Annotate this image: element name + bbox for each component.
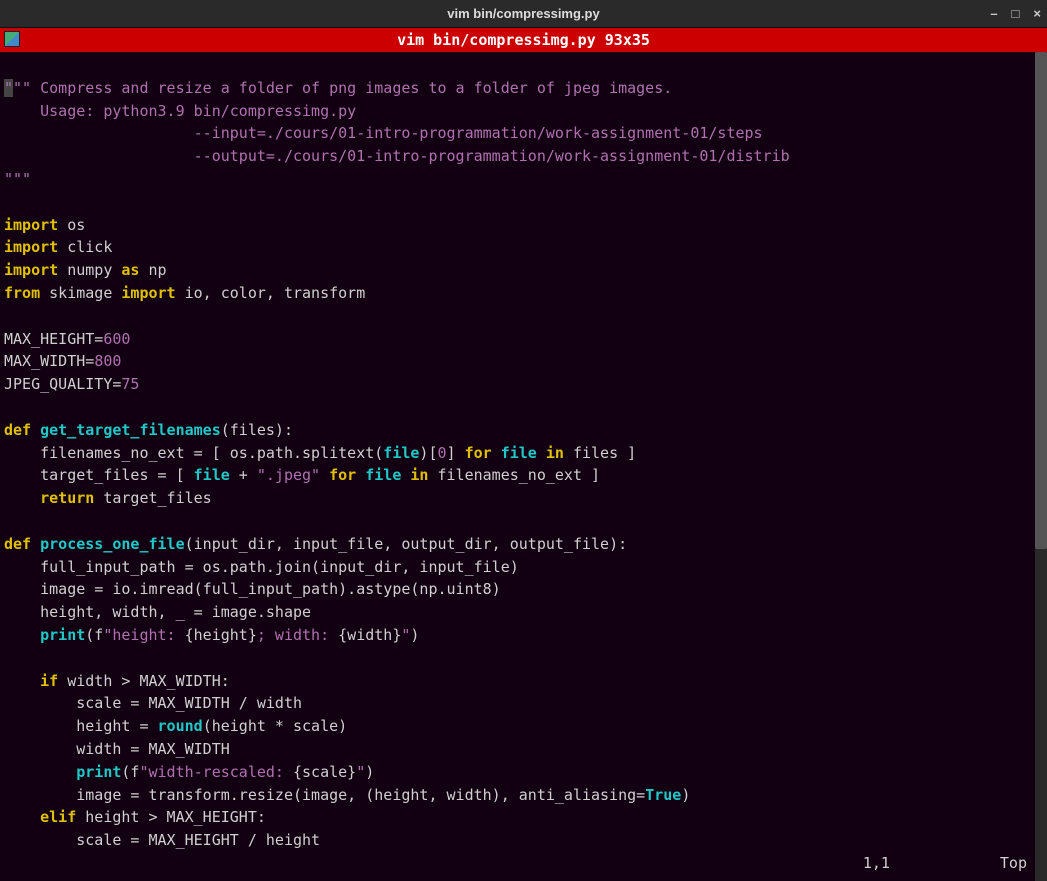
code-token: for (465, 444, 501, 462)
code-token: file (365, 466, 410, 484)
code-token: skimage (40, 284, 121, 302)
code-line: scale = MAX_HEIGHT / height (4, 831, 320, 849)
code-token: def (4, 421, 40, 439)
code-token: height > MAX_HEIGHT: (76, 808, 266, 826)
tab-label: vim bin/compressimg.py 93x35 (397, 29, 650, 52)
code-token: target_files (94, 489, 211, 507)
code-token: in (410, 466, 428, 484)
code-token (320, 466, 329, 484)
code-token: elif (40, 808, 76, 826)
code-token (4, 763, 76, 781)
code-line: """ (4, 170, 31, 188)
code-token: filenames_no_ext = [ os.path.splitext( (4, 444, 383, 462)
code-token: from (4, 284, 40, 302)
code-token: import (121, 284, 175, 302)
maximize-button[interactable]: □ (1012, 4, 1020, 24)
scrollbar[interactable] (1035, 52, 1047, 881)
code-token: "width-rescaled: (139, 763, 293, 781)
code-line: "" Compress and resize a folder of png i… (13, 79, 672, 97)
code-token: in (546, 444, 564, 462)
code-token: + (230, 466, 257, 484)
code-line: --input=./cours/01-intro-programmation/w… (4, 124, 763, 142)
cursor-position: 1,1 (863, 852, 890, 875)
code-line: scale = MAX_WIDTH / width (4, 694, 302, 712)
code-token: (height * scale) (203, 717, 348, 735)
code-token: for (329, 466, 365, 484)
code-token: target_files = [ (4, 466, 194, 484)
code-token: {height} (185, 626, 257, 644)
code-token (4, 672, 40, 690)
code-token: import (4, 261, 58, 279)
code-token: print (40, 626, 85, 644)
code-token: {width} (338, 626, 401, 644)
code-token: ] (447, 444, 465, 462)
code-token: image = transform.resize(image, (height,… (4, 786, 645, 804)
code-token: return (40, 489, 94, 507)
code-token: ; width: (257, 626, 338, 644)
window-title: vim bin/compressimg.py (447, 4, 599, 24)
code-token: (input_dir, input_file, output_dir, outp… (185, 535, 628, 553)
code-token: " (356, 763, 365, 781)
code-token: JPEG_QUALITY= (4, 375, 121, 393)
code-token (4, 626, 40, 644)
cursor: " (4, 79, 13, 97)
editor-viewport[interactable]: """ Compress and resize a folder of png … (0, 52, 1047, 881)
code-token: filenames_no_ext ] (428, 466, 600, 484)
code-token: (f (85, 626, 103, 644)
code-token: ) (681, 786, 690, 804)
window-controls: – □ × (990, 4, 1041, 24)
code-token: get_target_filenames (40, 421, 221, 439)
code-token: io, color, transform (176, 284, 366, 302)
app-icon (4, 31, 20, 47)
code-token: numpy (58, 261, 121, 279)
code-token (4, 808, 40, 826)
code-line: full_input_path = os.path.join(input_dir… (4, 558, 519, 576)
code-line: height, width, _ = image.shape (4, 603, 311, 621)
scrollbar-thumb[interactable] (1035, 52, 1047, 549)
code-token: import (4, 216, 58, 234)
scroll-position: Top (1000, 852, 1027, 875)
vim-statusline: 1,1 Top (863, 852, 1027, 875)
code-token: ) (410, 626, 419, 644)
code-line: image = io.imread(full_input_path).astyp… (4, 580, 501, 598)
code-token: MAX_HEIGHT= (4, 330, 103, 348)
code-line: Usage: python3.9 bin/compressimg.py (4, 102, 356, 120)
vim-tabline: vim bin/compressimg.py 93x35 (0, 28, 1047, 52)
code-token: (f (121, 763, 139, 781)
code-token: ) (365, 763, 374, 781)
code-token: 600 (103, 330, 130, 348)
code-token (4, 489, 40, 507)
code-token: (files): (221, 421, 293, 439)
code-token: 0 (437, 444, 446, 462)
code-token: {scale} (293, 763, 356, 781)
code-token: if (40, 672, 58, 690)
code-token: "height: (103, 626, 184, 644)
minimize-button[interactable]: – (990, 4, 997, 24)
code-token: os (58, 216, 85, 234)
code-token: width > MAX_WIDTH: (58, 672, 230, 690)
code-token: True (645, 786, 681, 804)
code-token: np (139, 261, 166, 279)
close-button[interactable]: × (1033, 4, 1041, 24)
code-token: file (383, 444, 419, 462)
code-token: round (158, 717, 203, 735)
code-token: click (58, 238, 112, 256)
code-line: --output=./cours/01-intro-programmation/… (4, 147, 790, 165)
code-token: as (121, 261, 139, 279)
code-token: 75 (121, 375, 139, 393)
code-token: file (194, 466, 230, 484)
code-token: )[ (419, 444, 437, 462)
window-titlebar: vim bin/compressimg.py – □ × (0, 0, 1047, 28)
code-token: file (501, 444, 546, 462)
code-token: print (76, 763, 121, 781)
code-token: 800 (94, 352, 121, 370)
code-token: height = (4, 717, 158, 735)
code-token: files ] (564, 444, 636, 462)
code-token: process_one_file (40, 535, 185, 553)
code-token: import (4, 238, 58, 256)
code-token: ".jpeg" (257, 466, 320, 484)
code-token: MAX_WIDTH= (4, 352, 94, 370)
code-line: width = MAX_WIDTH (4, 740, 230, 758)
code-token: def (4, 535, 40, 553)
